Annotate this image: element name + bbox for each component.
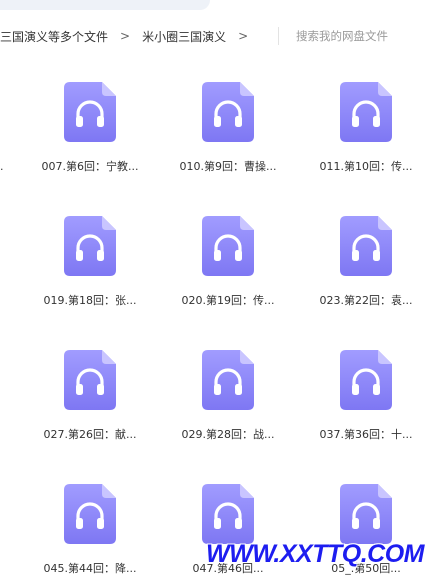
file-name: 019.第18回：张... (43, 294, 137, 307)
audio-file-icon (340, 216, 392, 276)
audio-file-icon (64, 216, 116, 276)
audio-file-icon (64, 484, 116, 544)
site-watermark: WWW.XXTTQ.COM (206, 540, 425, 568)
file-item[interactable]: 011.第10回：传... (306, 82, 426, 192)
audio-file-icon (202, 216, 254, 276)
file-name: 020.第19回：传... (181, 294, 275, 307)
audio-file-icon (202, 350, 254, 410)
file-name: 010.第9回：曹操... (179, 160, 277, 173)
file-item[interactable]: 037.第36回：十... (306, 350, 426, 460)
file-name: 011.第10回：传... (319, 160, 413, 173)
file-grid: . 007.第6回：宁教... 010.第9回：曹操... 011.第10回：传… (0, 0, 428, 580)
file-item[interactable]: 045.第44回：降... (30, 484, 150, 580)
file-item[interactable]: 023.第22回：袁... (306, 216, 426, 326)
audio-file-icon (202, 82, 254, 142)
audio-file-icon (340, 350, 392, 410)
file-name: 045.第44回：降... (43, 562, 137, 575)
file-item[interactable]: 010.第9回：曹操... (168, 82, 288, 192)
audio-file-icon (64, 350, 116, 410)
file-name: 023.第22回：袁... (319, 294, 413, 307)
file-item[interactable]: 007.第6回：宁教... (30, 82, 150, 192)
audio-file-icon (202, 484, 254, 544)
cut-off-file-name: . (0, 160, 4, 173)
file-name: 029.第28回：战... (181, 428, 275, 441)
audio-file-icon (340, 82, 392, 142)
audio-file-icon (64, 82, 116, 142)
file-item[interactable]: 027.第26回：献... (30, 350, 150, 460)
file-item[interactable]: 020.第19回：传... (168, 216, 288, 326)
file-name: 027.第26回：献... (43, 428, 137, 441)
audio-file-icon (340, 484, 392, 544)
file-item[interactable]: 019.第18回：张... (30, 216, 150, 326)
file-name: 037.第36回：十... (319, 428, 413, 441)
file-name: 007.第6回：宁教... (41, 160, 139, 173)
file-item[interactable]: 029.第28回：战... (168, 350, 288, 460)
